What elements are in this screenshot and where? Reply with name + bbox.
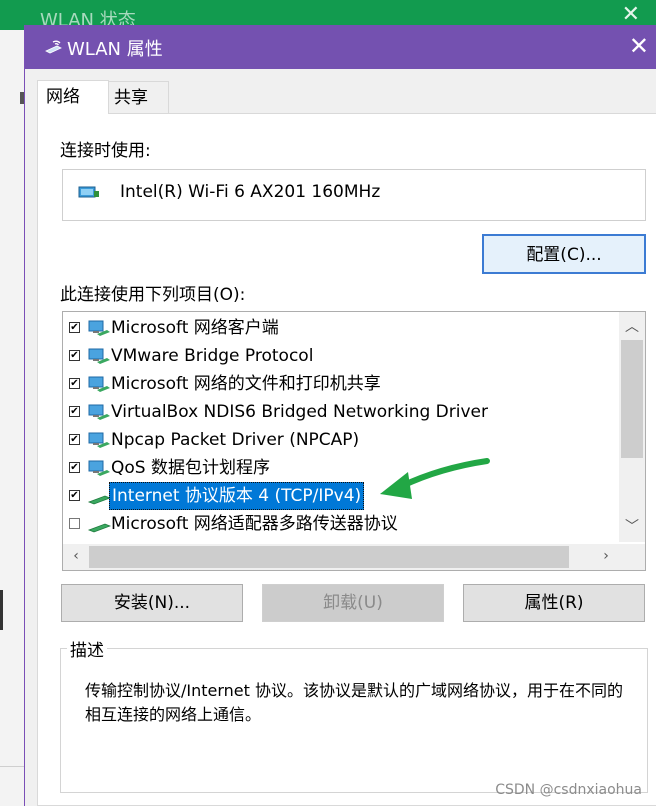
description-title: 描述 [67, 636, 107, 661]
properties-button[interactable]: 属性(R) [463, 584, 645, 622]
vertical-scrollbar[interactable]: ︿ ﹀ [619, 312, 645, 542]
item-label: VirtualBox NDIS6 Bridged Networking Driv… [111, 402, 488, 422]
network-service-icon [88, 404, 110, 420]
configure-button[interactable]: 配置(C)... [482, 234, 646, 274]
item-label: VMware Bridge Protocol [111, 346, 314, 366]
dialog-title: WLAN 属性 [67, 39, 163, 60]
adapter-field: Intel(R) Wi-Fi 6 AX201 160MHz [62, 169, 646, 221]
item-label: Microsoft 网络适配器多路传送器协议 [111, 514, 398, 534]
description-group: 描述 传输控制协议/Internet 协议。该协议是默认的广域网络协议，用于在不… [60, 636, 648, 793]
adapter-name: Intel(R) Wi-Fi 6 AX201 160MHz [120, 182, 381, 202]
protocol-icon [87, 523, 111, 533]
network-service-icon [88, 376, 110, 392]
list-item[interactable]: ✔ VMware Bridge Protocol [63, 342, 619, 370]
components-list[interactable]: ✔ Microsoft 网络客户端 ✔ VMware Bridge Protoc… [62, 311, 646, 571]
scroll-down-icon[interactable]: ﹀ [619, 516, 645, 536]
protocol-icon [87, 495, 111, 505]
background-divider [0, 766, 24, 767]
items-label: 此连接使用下列项目(O): [60, 285, 246, 305]
background-edge-fragment [0, 590, 3, 630]
dialog-titlebar[interactable]: WLAN 属性 ✕ [25, 25, 656, 69]
checkbox[interactable]: ✔ [69, 434, 80, 445]
uninstall-button: 卸载(U) [262, 584, 444, 622]
network-tab-panel: 连接时使用: Intel(R) Wi-Fi 6 AX201 160MHz 配置(… [37, 113, 656, 806]
checkbox[interactable]: ✔ [69, 378, 80, 389]
horizontal-scrollbar[interactable]: ‹ › [63, 544, 619, 570]
network-service-icon [88, 460, 110, 476]
item-label: Microsoft 网络的文件和打印机共享 [111, 374, 381, 394]
background-window-body [0, 30, 25, 806]
vertical-scroll-thumb[interactable] [621, 340, 643, 458]
list-item[interactable]: ✔ VirtualBox NDIS6 Bridged Networking Dr… [63, 398, 619, 426]
scroll-left-icon[interactable]: ‹ [63, 548, 89, 564]
network-adapter-icon [78, 186, 99, 198]
close-icon[interactable]: ✕ [629, 31, 649, 61]
network-client-icon [88, 320, 110, 336]
checkbox[interactable]: ✔ [69, 462, 80, 473]
network-adapter-icon [45, 40, 62, 54]
checkbox[interactable]: ✔ [69, 350, 80, 361]
checkbox[interactable]: ✔ [69, 322, 80, 333]
list-item-selected[interactable]: ✔ Internet 协议版本 4 (TCP/IPv4) [63, 482, 619, 510]
item-label: Microsoft 网络客户端 [111, 318, 279, 338]
checkbox[interactable]: ✔ [69, 490, 80, 501]
list-item[interactable]: ✔ Microsoft 网络的文件和打印机共享 [63, 370, 619, 398]
connect-using-label: 连接时使用: [60, 141, 151, 161]
item-label: Internet 协议版本 4 (TCP/IPv4) [109, 482, 365, 510]
list-item[interactable]: ✔ QoS 数据包计划程序 [63, 454, 619, 482]
scroll-right-icon[interactable]: › [593, 548, 619, 564]
list-item[interactable]: Microsoft 网络适配器多路传送器协议 [63, 510, 619, 538]
watermark: CSDN @csdnxiaohua [495, 782, 642, 798]
checkbox[interactable] [69, 518, 80, 529]
list-item[interactable]: ✔ Microsoft 网络客户端 [63, 314, 619, 342]
item-label: Npcap Packet Driver (NPCAP) [111, 430, 360, 450]
tab-network[interactable]: 网络 [37, 80, 109, 114]
network-service-icon [88, 348, 110, 364]
install-button[interactable]: 安装(N)... [61, 584, 243, 622]
network-service-icon [88, 432, 110, 448]
wlan-properties-dialog: WLAN 属性 ✕ 网络 共享 连接时使用: Intel(R) Wi-Fi 6 … [24, 25, 656, 806]
background-close-icon[interactable]: ✕ [622, 2, 640, 27]
horizontal-scroll-thumb[interactable] [89, 546, 569, 568]
checkbox[interactable]: ✔ [69, 406, 80, 417]
tab-sharing[interactable]: 共享 [105, 81, 169, 113]
scroll-up-icon[interactable]: ︿ [619, 316, 645, 336]
scrollbar-corner [619, 544, 645, 570]
description-text: 传输控制协议/Internet 协议。该协议是默认的广域网络协议，用于在不同的相… [85, 681, 624, 724]
list-item[interactable]: ✔ Npcap Packet Driver (NPCAP) [63, 426, 619, 454]
item-label: QoS 数据包计划程序 [111, 458, 270, 478]
